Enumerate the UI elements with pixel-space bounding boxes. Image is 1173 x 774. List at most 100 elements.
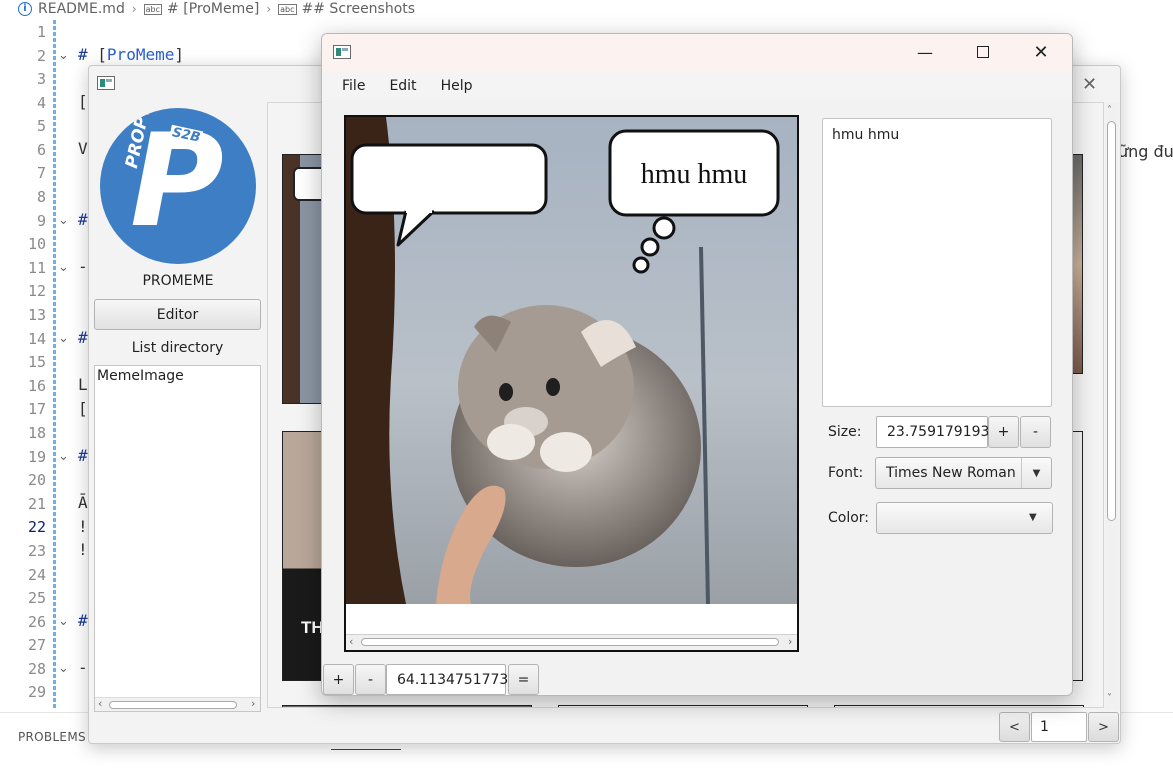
minimize-icon[interactable]: — xyxy=(896,34,954,70)
code-line[interactable]: - xyxy=(78,257,88,276)
meme-thumbnail[interactable]: TH xyxy=(282,431,324,681)
line-number: 27 xyxy=(27,636,46,654)
editor-button[interactable]: Editor xyxy=(94,299,261,330)
chevron-left-icon[interactable]: ‹ xyxy=(349,635,353,648)
meme-thumbnail[interactable] xyxy=(834,705,1084,707)
line-number: 11 xyxy=(27,259,46,277)
zoom-out-button[interactable]: - xyxy=(355,664,386,695)
breadcrumb-heading1[interactable]: abc # [ProMeme] xyxy=(143,1,259,17)
chevron-up-icon[interactable]: ˄ xyxy=(1107,105,1112,116)
code-line[interactable]: Ā xyxy=(78,493,88,512)
info-icon: i xyxy=(18,2,32,16)
vertical-scrollbar[interactable]: ˄ ˅ xyxy=(1105,103,1119,709)
logo: P PROPTIT S2B xyxy=(100,108,256,264)
code-line[interactable]: [ xyxy=(78,399,88,418)
line-number: 29 xyxy=(27,683,46,701)
chevron-down-icon[interactable]: ⌄ xyxy=(58,449,69,464)
line-number: 7 xyxy=(36,164,46,182)
line-number: 26 xyxy=(27,613,46,631)
size-increase-button[interactable]: + xyxy=(988,416,1019,448)
page-number-input[interactable]: 1 xyxy=(1031,712,1087,742)
chevron-right-icon: › xyxy=(266,2,272,16)
maximize-icon[interactable] xyxy=(954,34,1012,70)
prev-page-button[interactable]: < xyxy=(999,712,1030,742)
line-number: 13 xyxy=(27,306,46,324)
color-picker[interactable]: ▼ xyxy=(876,502,1053,534)
zoom-reset-button[interactable]: = xyxy=(508,664,539,695)
close-icon[interactable]: ✕ xyxy=(1082,74,1097,95)
scrollbar-thumb[interactable] xyxy=(1107,121,1116,521)
problems-tab[interactable]: PROBLEMS xyxy=(18,730,86,744)
scrollbar-thumb[interactable] xyxy=(361,638,779,646)
list-item[interactable]: MemeImage xyxy=(95,366,260,386)
color-label: Color: xyxy=(828,510,870,526)
code-overflow-text: ững đu xyxy=(1118,142,1173,161)
meme-thumbnail[interactable] xyxy=(282,154,333,404)
close-icon[interactable]: ✕ xyxy=(1012,34,1070,70)
line-number: 20 xyxy=(27,471,46,489)
breadcrumb-heading2[interactable]: abc ## Screenshots xyxy=(278,1,415,17)
line-number: 14 xyxy=(27,330,46,348)
chevron-down-icon[interactable]: ⌄ xyxy=(58,331,69,346)
size-label: Size: xyxy=(828,424,862,440)
code-line[interactable]: L xyxy=(78,375,88,394)
size-decrease-button[interactable]: - xyxy=(1020,416,1051,448)
scrollbar-thumb[interactable] xyxy=(109,701,237,709)
chevron-down-icon[interactable]: ⌄ xyxy=(58,48,69,63)
next-page-button[interactable]: > xyxy=(1088,712,1119,742)
breadcrumb: i README.md › abc # [ProMeme] › abc ## Scre… xyxy=(0,0,1173,18)
code-line[interactable]: V xyxy=(78,139,88,158)
meme-text-area[interactable]: hmu hmu xyxy=(822,118,1052,407)
code-line[interactable]: ! xyxy=(78,517,88,536)
brand-name: PROMEME xyxy=(142,273,214,289)
code-line[interactable]: # xyxy=(78,328,88,347)
breadcrumb-file[interactable]: i README.md xyxy=(18,1,125,17)
horizontal-scrollbar[interactable]: ‹ › xyxy=(95,697,260,711)
zoom-level-input[interactable]: 64.1134751773 xyxy=(386,664,508,695)
code-line[interactable]: [ xyxy=(78,92,88,111)
chevron-down-icon[interactable]: ⌄ xyxy=(58,614,69,629)
code-line[interactable]: # [ProMeme] xyxy=(78,45,184,64)
menu-edit[interactable]: Edit xyxy=(389,78,416,94)
chevron-down-icon[interactable]: ⌄ xyxy=(58,213,69,228)
code-line[interactable]: # xyxy=(78,446,88,465)
font-size-input[interactable]: 23.759179193 xyxy=(876,416,989,448)
code-line[interactable]: # xyxy=(78,611,88,630)
line-number: 4 xyxy=(36,94,46,112)
meme-editor-window: — ✕ File Edit Help hmu hmu ‹ › + - 64.11… xyxy=(321,33,1073,696)
directory-list[interactable]: MemeImage ‹ › xyxy=(94,365,261,712)
menu-help[interactable]: Help xyxy=(441,78,473,94)
line-number: 25 xyxy=(27,589,46,607)
font-select[interactable]: Times New Roman ▼ xyxy=(875,457,1052,489)
meme-thumbnail[interactable] xyxy=(282,705,532,707)
line-number: 17 xyxy=(27,400,46,418)
chevron-down-icon[interactable]: ˅ xyxy=(1107,693,1112,704)
chevron-right-icon: › xyxy=(131,2,137,16)
meme-canvas[interactable]: hmu hmu ‹ › xyxy=(344,115,799,652)
chevron-down-icon: ▼ xyxy=(1029,512,1037,523)
abc-icon: abc xyxy=(143,3,163,15)
chevron-right-icon[interactable]: › xyxy=(251,697,255,710)
meme-thumbnail[interactable] xyxy=(558,705,808,707)
line-number: 2 xyxy=(36,47,46,65)
code-line[interactable]: ! xyxy=(78,540,88,559)
java-app-icon xyxy=(333,45,351,59)
meme-bubble-text[interactable]: hmu hmu xyxy=(610,159,778,191)
line-number: 5 xyxy=(36,117,46,135)
menu-file[interactable]: File xyxy=(342,78,365,94)
line-number: 1 xyxy=(36,23,46,41)
code-line[interactable]: - xyxy=(78,658,88,677)
line-number: 8 xyxy=(36,188,46,206)
code-line[interactable]: # xyxy=(78,210,88,229)
horizontal-scrollbar[interactable]: ‹ › xyxy=(346,634,797,650)
chevron-right-icon[interactable]: › xyxy=(788,635,792,648)
line-number: 24 xyxy=(27,566,46,584)
chevron-down-icon[interactable]: ⌄ xyxy=(58,661,69,676)
chevron-down-icon[interactable]: ⌄ xyxy=(58,260,69,275)
zoom-in-button[interactable]: + xyxy=(323,664,354,695)
title-bar[interactable]: — ✕ xyxy=(322,34,1072,72)
font-label: Font: xyxy=(828,465,864,481)
chevron-down-icon: ▼ xyxy=(1021,458,1051,488)
list-directory-label: List directory xyxy=(131,340,224,356)
chevron-left-icon[interactable]: ‹ xyxy=(98,697,102,710)
